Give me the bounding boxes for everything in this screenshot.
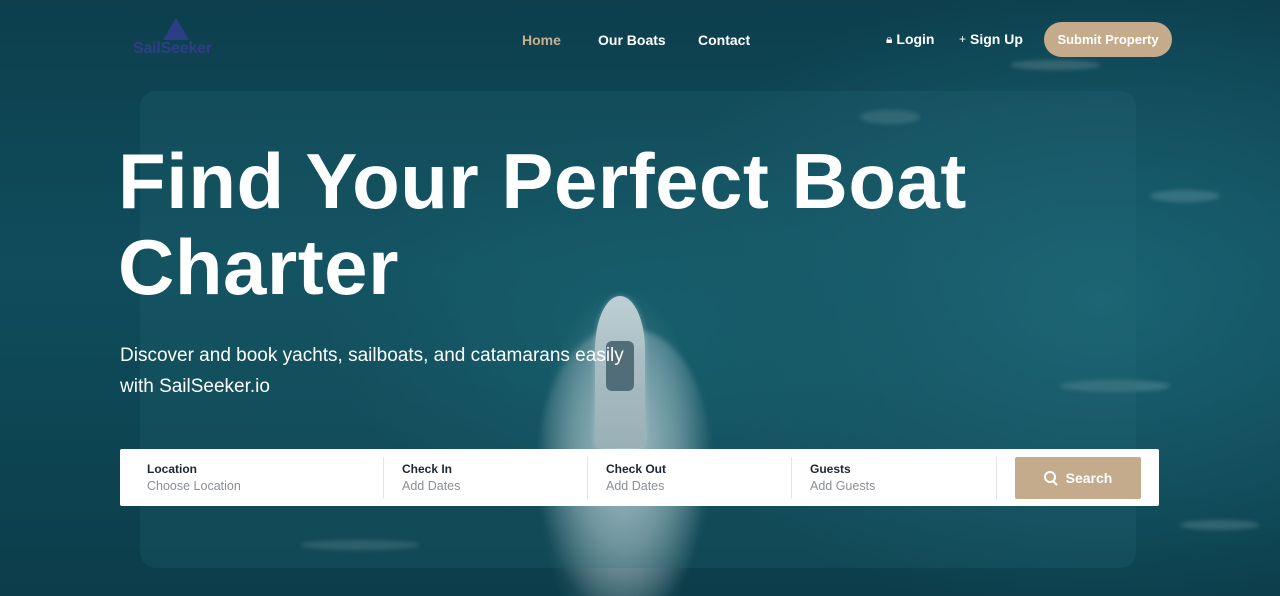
search-icon (1043, 471, 1058, 485)
check-in-label: Check In (402, 462, 453, 476)
location-placeholder: Choose Location (147, 479, 241, 493)
wave-foam (1180, 520, 1260, 530)
login-link[interactable]: 🔒︎ Login (886, 31, 935, 47)
nav-our-boats[interactable]: Our Boats (598, 32, 666, 48)
location-label: Location (147, 462, 197, 476)
divider (383, 457, 384, 499)
submit-property-button[interactable]: Submit Property (1044, 22, 1172, 57)
login-label: Login (896, 31, 935, 47)
hero-page: SailSeeker Home Our Boats Contact 🔒︎ Log… (0, 0, 1280, 596)
wave-foam (1150, 190, 1220, 202)
hero-subtitle-line1: Discover and book yachts, sailboats, and… (120, 345, 624, 366)
guests-label: Guests (810, 462, 851, 476)
logo[interactable]: SailSeeker (133, 18, 223, 62)
location-field[interactable]: Location Choose Location (147, 449, 377, 506)
sailboat-icon (163, 18, 189, 40)
signup-link[interactable]: + Sign Up (959, 31, 1023, 47)
hero-title-line2: Charter (118, 223, 399, 311)
check-out-placeholder: Add Dates (606, 479, 665, 493)
search-button[interactable]: Search (1015, 457, 1141, 499)
divider (587, 457, 588, 499)
signup-label: Sign Up (970, 31, 1023, 47)
hero-title-line1: Find Your Perfect Boat (118, 137, 967, 225)
hero-subtitle-line2: with SailSeeker.io (120, 376, 270, 397)
check-out-field[interactable]: Check Out Add Dates (606, 449, 786, 506)
nav-contact[interactable]: Contact (698, 32, 750, 48)
plus-icon: + (959, 32, 967, 46)
lock-icon: 🔒︎ (886, 31, 893, 46)
hero-subtitle: Discover and book yachts, sailboats, and… (120, 340, 680, 402)
check-out-label: Check Out (606, 462, 667, 476)
divider (791, 457, 792, 499)
guests-placeholder: Add Guests (810, 479, 876, 493)
guests-field[interactable]: Guests Add Guests (810, 449, 990, 506)
search-button-label: Search (1065, 470, 1113, 486)
search-bar: Location Choose Location Check In Add Da… (120, 449, 1159, 506)
divider (996, 457, 997, 499)
check-in-placeholder: Add Dates (402, 479, 461, 493)
wave-foam (1010, 60, 1100, 70)
check-in-field[interactable]: Check In Add Dates (402, 449, 582, 506)
nav-home[interactable]: Home (522, 32, 561, 48)
logo-text: SailSeeker (133, 40, 212, 57)
hero-title: Find Your Perfect Boat Charter (118, 138, 1078, 310)
